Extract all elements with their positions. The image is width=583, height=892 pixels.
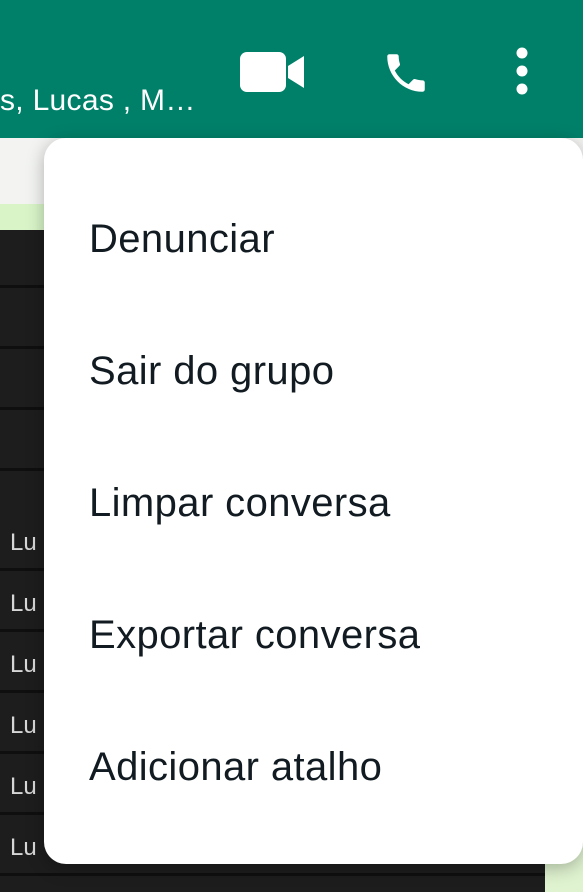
more-options-icon[interactable] bbox=[512, 46, 532, 96]
menu-item-clear-chat[interactable]: Limpar conversa bbox=[44, 437, 583, 569]
menu-item-export-chat[interactable]: Exportar conversa bbox=[44, 569, 583, 701]
group-participants[interactable]: s, Lucas , M… bbox=[0, 84, 196, 118]
menu-item-exit-group[interactable]: Sair do grupo bbox=[44, 305, 583, 437]
screen: s, Lucas , M… Lu Lu Lu Lu Lu Lu Denuncia… bbox=[0, 0, 583, 892]
video-call-icon[interactable] bbox=[240, 52, 306, 92]
chat-header: s, Lucas , M… bbox=[0, 0, 583, 138]
message-row-text: Lu bbox=[10, 529, 37, 556]
message-row-text: Lu bbox=[10, 590, 37, 617]
voice-call-icon[interactable] bbox=[381, 48, 431, 98]
message-row-text: Lu bbox=[10, 712, 37, 739]
overflow-menu: Denunciar Sair do grupo Limpar conversa … bbox=[44, 138, 583, 864]
message-row-text: Lu bbox=[10, 834, 37, 861]
menu-item-add-shortcut[interactable]: Adicionar atalho bbox=[44, 701, 583, 833]
menu-item-report[interactable]: Denunciar bbox=[44, 173, 583, 305]
message-row-text: Lu bbox=[10, 651, 37, 678]
message-row-text: Lu bbox=[10, 773, 37, 800]
